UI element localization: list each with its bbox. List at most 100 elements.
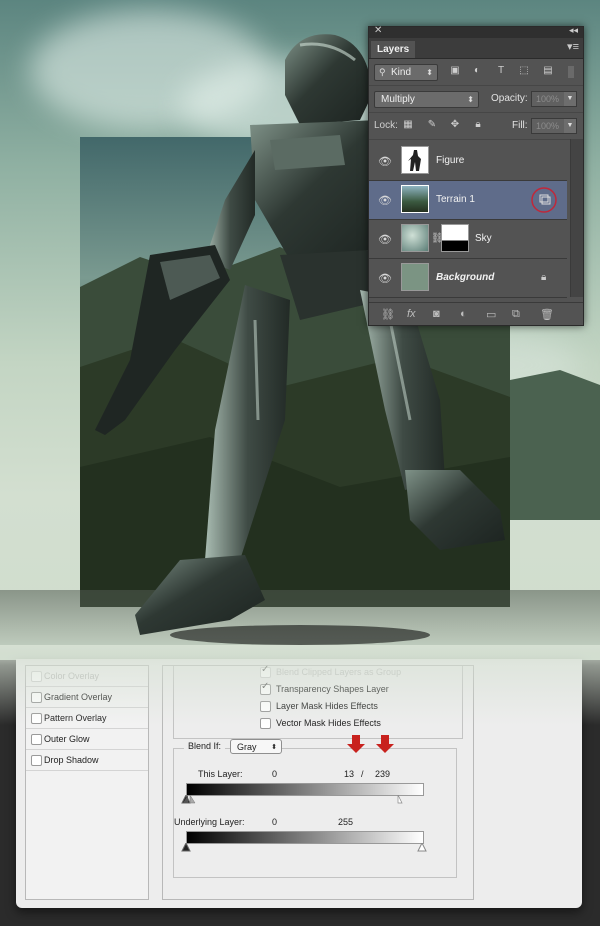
new-group-icon[interactable]: ▭ <box>486 308 496 321</box>
layer-thumbnail <box>401 224 429 252</box>
fill-value: 100% <box>536 121 560 131</box>
blend-mode-value: Multiply <box>381 94 415 105</box>
add-mask-icon[interactable]: ◙ <box>433 308 440 320</box>
layer-name: Figure <box>436 155 465 166</box>
opacity-value: 100% <box>536 94 560 104</box>
option-transparency-shapes[interactable]: ✓ Transparency Shapes Layer <box>260 681 389 695</box>
layer-row-terrain[interactable]: 👁︎ Terrain 1 <box>369 181 567 220</box>
lock-brush-icon[interactable]: ✎ <box>426 119 438 130</box>
tab-layers[interactable]: Layers <box>371 41 416 58</box>
link-layers-icon[interactable]: ⛓︎ <box>381 308 395 321</box>
checkbox[interactable] <box>31 713 42 724</box>
layer-thumbnail <box>401 263 429 291</box>
layer-thumbnail <box>401 146 429 174</box>
smart-object-filter-icon[interactable]: ▤ <box>542 65 554 76</box>
filter-kind-dropdown[interactable]: ⚲ Kind ⬍ <box>374 64 438 81</box>
new-layer-icon[interactable]: ⧉ <box>512 308 520 321</box>
underlying-handles <box>181 843 427 852</box>
checkbox[interactable] <box>260 701 271 712</box>
visibility-eye-icon[interactable]: 👁︎ <box>378 155 392 168</box>
fill-label: Fill: <box>512 120 528 131</box>
lock-label: Lock: <box>374 120 398 131</box>
black-handle-icon <box>181 843 191 852</box>
collapse-icon[interactable]: ◂◂ <box>569 25 578 36</box>
fill-field[interactable]: 100% ▼ <box>531 118 577 134</box>
checkbox[interactable] <box>31 692 42 703</box>
visibility-eye-icon[interactable]: 👁︎ <box>378 233 392 246</box>
adjustment-filter-icon[interactable]: ◐ <box>471 65 483 76</box>
blend-if-group: Blend If: Gray ⬍ This Layer: 0 13 / 239 … <box>173 735 457 878</box>
layer-name: Background <box>436 272 495 283</box>
option-label: Vector Mask Hides Effects <box>276 718 381 728</box>
layer-row-figure[interactable]: 👁︎ Figure <box>369 142 567 181</box>
chevron-updown-icon: ⬍ <box>467 95 474 104</box>
style-label: Color Overlay <box>44 671 100 681</box>
option-layer-mask-hides[interactable]: Layer Mask Hides Effects <box>260 700 378 712</box>
blend-if-label: Blend If: <box>184 741 226 751</box>
style-item-pattern-overlay[interactable]: Pattern Overlay <box>26 708 148 729</box>
adjustment-layer-icon[interactable]: ◐ <box>460 308 467 320</box>
advanced-blending-group: ✓ Blend Clipped Layers as Group ✓ Transp… <box>173 664 463 739</box>
red-arrow-down-icon <box>347 735 365 753</box>
option-vector-mask-hides[interactable]: Vector Mask Hides Effects <box>260 717 381 729</box>
style-item-outer-glow[interactable]: Outer Glow <box>26 729 148 750</box>
red-arrow-down-icon <box>376 735 394 753</box>
white-handle-icon <box>417 843 427 852</box>
chevron-down-icon[interactable]: ▼ <box>564 119 576 133</box>
type-filter-icon[interactable]: T <box>495 65 507 76</box>
layer-style-dialog: Color Overlay Gradient Overlay Pattern O… <box>16 659 582 908</box>
trash-icon[interactable]: 🗑︎ <box>540 308 554 321</box>
style-item-color-overlay[interactable]: Color Overlay <box>26 666 148 687</box>
option-blend-clipped[interactable]: ✓ Blend Clipped Layers as Group <box>260 664 401 678</box>
chevron-updown-icon: ⬍ <box>426 68 433 77</box>
panel-tabbar: Layers ▾≡ <box>369 38 583 59</box>
panel-menu-icon[interactable]: ▾≡ <box>567 40 579 53</box>
split-handle-right-icon <box>189 795 196 804</box>
panel-titlebar: ✕ ◂◂ <box>369 25 583 38</box>
checkmark-icon: ✓ <box>261 664 270 675</box>
blend-if-channel-dropdown[interactable]: Gray ⬍ <box>230 739 282 754</box>
underlying-layer-label: Underlying Layer: <box>174 817 245 827</box>
lock-transparent-icon[interactable]: ▦ <box>402 119 414 130</box>
panel-footer: ⛓︎ fx ◙ ◐ ▭ ⧉ 🗑︎ <box>369 302 583 325</box>
this-layer-black-value: 0 <box>272 769 278 779</box>
underlying-black-value: 0 <box>272 817 278 827</box>
checkbox[interactable] <box>260 718 271 729</box>
style-item-drop-shadow[interactable]: Drop Shadow <box>26 750 148 771</box>
layers-scrollbar[interactable] <box>570 139 583 297</box>
blend-row: Multiply ⬍ Opacity: 100% ▼ <box>369 86 583 113</box>
shape-filter-icon[interactable]: ⬚ <box>518 65 530 76</box>
checkbox[interactable] <box>31 734 42 745</box>
visibility-eye-icon[interactable]: 👁︎ <box>378 194 392 207</box>
lock-icon: 🔒︎ <box>541 272 547 283</box>
close-icon[interactable]: ✕ <box>374 25 382 36</box>
underlying-white-value: 255 <box>338 817 354 827</box>
this-layer-label: This Layer: <box>198 769 243 779</box>
filter-toggle[interactable] <box>568 66 574 78</box>
style-item-gradient-overlay[interactable]: Gradient Overlay <box>26 687 148 708</box>
layer-row-background[interactable]: 👁︎ Background 🔒︎ <box>369 259 567 298</box>
layers-panel: ✕ ◂◂ Layers ▾≡ ⚲ Kind ⬍ ▣ ◐ T ⬚ ▤ Multip… <box>368 25 584 326</box>
lock-all-icon[interactable]: 🔒︎ <box>472 119 484 130</box>
fx-icon[interactable]: fx <box>407 308 416 320</box>
filter-kind-label: Kind <box>391 67 412 78</box>
layer-mask-thumbnail[interactable] <box>441 224 469 252</box>
chevron-down-icon[interactable]: ▼ <box>564 92 576 106</box>
red-arrows <box>347 735 394 753</box>
blending-options-panel: ✓ Blend Clipped Layers as Group ✓ Transp… <box>162 664 474 900</box>
blend-mode-dropdown[interactable]: Multiply ⬍ <box>374 91 479 108</box>
checkbox[interactable] <box>31 671 42 682</box>
lock-position-icon[interactable]: ✥ <box>449 119 461 130</box>
pixel-filter-icon[interactable]: ▣ <box>449 65 461 76</box>
checkbox[interactable] <box>31 755 42 766</box>
style-label: Drop Shadow <box>44 755 99 765</box>
style-label: Outer Glow <box>44 734 90 744</box>
visibility-eye-icon[interactable]: 👁︎ <box>378 272 392 285</box>
layer-row-sky[interactable]: 👁︎ ⛓︎ Sky <box>369 220 567 259</box>
this-layer-split-high-value: 239 <box>375 769 391 779</box>
styles-list: Color Overlay Gradient Overlay Pattern O… <box>25 665 149 900</box>
smart-object-badge-icon <box>531 187 557 213</box>
this-layer-split-low-value: 13 <box>344 769 355 779</box>
checkmark-icon: ✓ <box>261 681 270 692</box>
opacity-field[interactable]: 100% ▼ <box>531 91 577 107</box>
